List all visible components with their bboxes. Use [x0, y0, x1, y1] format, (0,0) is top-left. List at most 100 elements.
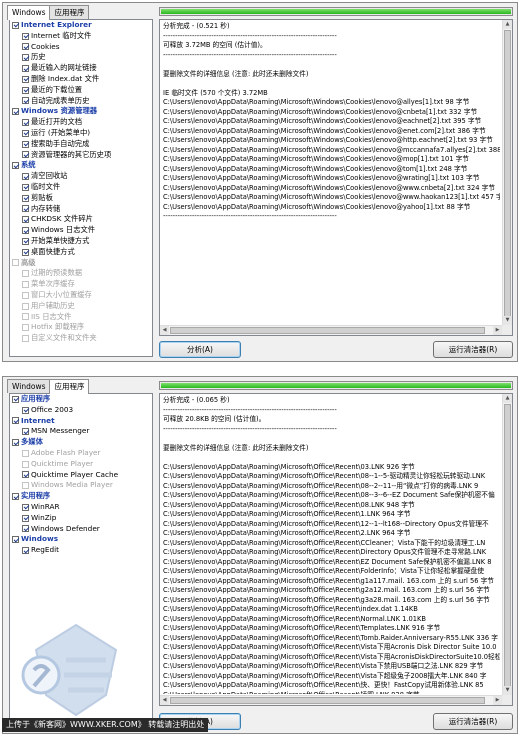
tab-applications[interactable]: 应用程序 — [49, 379, 90, 394]
checkbox-checked-icon[interactable] — [22, 75, 29, 83]
horizontal-scrollbar[interactable]: ◀ ▶ — [160, 325, 502, 335]
checkbox-unchecked-icon — [22, 482, 29, 490]
checkbox-checked-icon[interactable] — [22, 227, 29, 235]
scroll-up-arrow-icon[interactable]: ▲ — [503, 394, 512, 403]
scroll-down-arrow-icon[interactable]: ▼ — [503, 316, 512, 325]
checkbox-checked-icon[interactable] — [22, 183, 29, 191]
checkbox-checked-icon[interactable] — [22, 119, 29, 127]
tree-label: 临时文件 — [31, 181, 61, 191]
checkbox-checked-icon[interactable] — [22, 503, 29, 511]
scroll-left-arrow-icon[interactable]: ◀ — [160, 326, 169, 335]
tree-category[interactable]: 应用程序 — [10, 394, 152, 405]
scroll-up-arrow-icon[interactable]: ▲ — [503, 20, 512, 29]
tree-option[interactable]: RegEdit — [10, 545, 152, 556]
tree-option[interactable]: Office 2003 — [10, 405, 152, 416]
tree-option[interactable]: 最近输入的网址链接 — [10, 63, 152, 74]
checkbox-checked-icon[interactable] — [12, 395, 19, 403]
checkbox-checked-icon[interactable] — [22, 173, 29, 181]
checkbox-checked-icon[interactable] — [22, 406, 29, 414]
vertical-scroll-thumb[interactable] — [504, 30, 511, 320]
horizontal-scrollbar[interactable]: ◀ ▶ — [160, 695, 502, 705]
tree-option[interactable]: 开始菜单快捷方式 — [10, 236, 152, 247]
tree-option[interactable]: WinRAR — [10, 502, 152, 513]
analyze-button[interactable]: 分析(A) — [159, 341, 241, 358]
tree-category[interactable]: 系统 — [10, 160, 152, 171]
tree-label: Quicktime Player Cache — [31, 469, 119, 479]
vertical-scroll-thumb[interactable] — [504, 404, 511, 688]
checkbox-checked-icon[interactable] — [22, 43, 29, 51]
tree-category[interactable]: Internet — [10, 416, 152, 427]
tree-category[interactable]: Windows — [10, 534, 152, 545]
checkbox-checked-icon[interactable] — [22, 248, 29, 256]
tree-option[interactable]: CHKDSK 文件碎片 — [10, 214, 152, 225]
tree-option[interactable]: 桌面快捷方式 — [10, 247, 152, 258]
result-line: ----------------------------------------… — [163, 31, 337, 40]
tree-option[interactable]: 最近的下载位置 — [10, 85, 152, 96]
checkbox-checked-icon[interactable] — [22, 237, 29, 245]
tree-category[interactable]: 实用程序 — [10, 491, 152, 502]
tree-option[interactable]: 删除 Index.dat 文件 — [10, 74, 152, 85]
tree-option[interactable]: Quicktime Player Cache — [10, 470, 152, 481]
checkbox-checked-icon[interactable] — [22, 151, 29, 159]
tree-option[interactable]: Windows 日志文件 — [10, 225, 152, 236]
tree-option[interactable]: 历史 — [10, 52, 152, 63]
tree-option[interactable]: 自动完成表单历史 — [10, 96, 152, 107]
tree-option[interactable]: 资源管理器的其它历史项 — [10, 150, 152, 161]
checkbox-checked-icon[interactable] — [22, 205, 29, 213]
checkbox-checked-icon[interactable] — [12, 21, 19, 29]
scroll-right-arrow-icon[interactable]: ▶ — [493, 326, 502, 335]
checkbox-checked-icon[interactable] — [22, 65, 29, 73]
checkbox-checked-icon[interactable] — [22, 428, 29, 436]
tree-category[interactable]: 多媒体 — [10, 437, 152, 448]
tab-windows[interactable]: Windows — [7, 379, 51, 393]
vertical-scrollbar[interactable]: ▲ ▼ — [502, 20, 512, 325]
tree-option[interactable]: 搜索助手自动完成 — [10, 139, 152, 150]
checkbox-checked-icon[interactable] — [22, 32, 29, 40]
tree-option[interactable]: 剪贴板 — [10, 193, 152, 204]
run-cleaner-button[interactable]: 运行清洁器(R) — [433, 713, 513, 730]
checkbox-checked-icon[interactable] — [22, 86, 29, 94]
tree-label: Windows 日志文件 — [31, 225, 96, 235]
checkbox-checked-icon[interactable] — [12, 162, 19, 170]
tree-category[interactable]: Windows 资源管理器 — [10, 106, 152, 117]
tree-option[interactable]: Cookies — [10, 42, 152, 53]
checkbox-checked-icon[interactable] — [22, 547, 29, 555]
tree-label: 运行 (开始菜单中) — [31, 127, 91, 137]
scroll-right-arrow-icon[interactable]: ▶ — [493, 696, 502, 705]
checkbox-checked-icon[interactable] — [22, 525, 29, 533]
tab-applications[interactable]: 应用程序 — [49, 5, 90, 19]
tab-windows[interactable]: Windows — [7, 5, 51, 20]
checkbox-checked-icon[interactable] — [12, 536, 19, 544]
checkbox-checked-icon[interactable] — [12, 439, 19, 447]
tree-option[interactable]: Windows Defender — [10, 524, 152, 535]
horizontal-scroll-thumb[interactable] — [170, 697, 485, 704]
tree-option[interactable]: 内存转储 — [10, 204, 152, 215]
checkbox-checked-icon[interactable] — [22, 194, 29, 202]
checkbox-checked-icon[interactable] — [22, 140, 29, 148]
vertical-scrollbar[interactable]: ▲ ▼ — [502, 394, 512, 695]
checkbox-checked-icon[interactable] — [22, 216, 29, 224]
checkbox-checked-icon[interactable] — [22, 97, 29, 105]
tree-option[interactable]: WinZip — [10, 513, 152, 524]
tree-category[interactable]: Internet Explorer — [10, 20, 152, 31]
result-line: C:\Users\lenovo\AppData\Roaming\Microsof… — [163, 462, 415, 471]
result-line — [163, 60, 500, 70]
tree-option[interactable]: 运行 (开始菜单中) — [10, 128, 152, 139]
tree-option[interactable]: Internet 临时文件 — [10, 31, 152, 42]
checkbox-checked-icon[interactable] — [22, 471, 29, 479]
tree-option[interactable]: 临时文件 — [10, 182, 152, 193]
checkbox-checked-icon[interactable] — [22, 129, 29, 137]
checkbox-checked-icon[interactable] — [12, 417, 19, 425]
result-line: C:\Users\lenovo\AppData\Roaming\Microsof… — [163, 681, 484, 689]
checkbox-checked-icon[interactable] — [22, 54, 29, 62]
tree-option[interactable]: 最近打开的文档 — [10, 117, 152, 128]
checkbox-checked-icon[interactable] — [22, 514, 29, 522]
horizontal-scroll-thumb[interactable] — [170, 327, 485, 334]
scroll-left-arrow-icon[interactable]: ◀ — [160, 696, 169, 705]
run-cleaner-button[interactable]: 运行清洁器(R) — [433, 341, 513, 358]
checkbox-checked-icon[interactable] — [12, 493, 19, 501]
tree-option[interactable]: 清空回收站 — [10, 171, 152, 182]
tree-option[interactable]: MSN Messenger — [10, 426, 152, 437]
checkbox-checked-icon[interactable] — [12, 108, 19, 116]
scroll-down-arrow-icon[interactable]: ▼ — [503, 686, 512, 695]
